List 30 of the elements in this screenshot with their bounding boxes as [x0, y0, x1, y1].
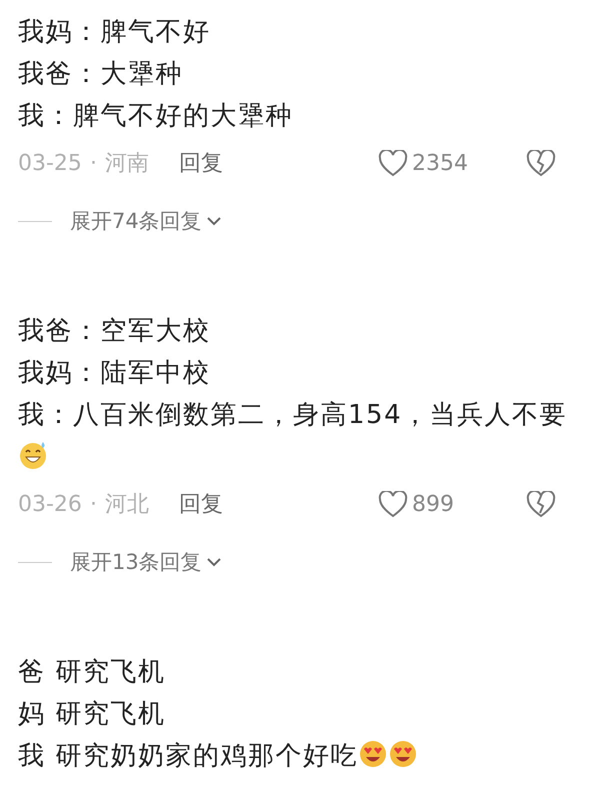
heart-eyes-emoji-icon [388, 739, 418, 769]
heart-eyes-emoji-icon [358, 739, 388, 769]
expand-replies-link[interactable]: 展开74条回复 [70, 207, 202, 235]
broken-heart-icon[interactable] [526, 490, 556, 518]
comment-text: 我妈：陆军中校 [18, 357, 212, 390]
reply-link[interactable]: 回复 [178, 148, 223, 178]
comment-text: 我 研究奶奶家的鸡那个好吃 [18, 735, 576, 777]
comment-region: 河南 [104, 150, 149, 178]
grinning-sweat-emoji-icon [18, 440, 48, 470]
comment-text: 我：脾气不好的大犟种 [18, 100, 294, 133]
chevron-down-icon[interactable] [206, 216, 222, 226]
separator-dot: · [90, 492, 97, 516]
heart-icon[interactable] [378, 150, 408, 176]
comment-date: 03-25 [18, 150, 82, 176]
comment-region: 河北 [104, 491, 149, 519]
like-count: 2354 [412, 150, 468, 176]
expand-replies-link[interactable]: 展开13条回复 [70, 548, 202, 576]
heart-icon[interactable] [378, 490, 408, 518]
chevron-down-icon[interactable] [206, 557, 222, 567]
comment-text: 妈 研究飞机 [18, 698, 166, 731]
comment-text: 爸 研究飞机 [18, 656, 166, 689]
comment-text: 我爸：空军大校 [18, 315, 212, 348]
comment-text: 我：八百米倒数第二，身高154，当兵人不要 [18, 394, 576, 478]
reply-link[interactable]: 回复 [178, 489, 223, 519]
comment-text: 我妈：脾气不好 [18, 16, 212, 49]
broken-heart-icon[interactable] [526, 150, 556, 176]
like-count: 899 [412, 492, 454, 516]
comment-date: 03-26 [18, 492, 82, 516]
comment-text: 我爸：大犟种 [18, 58, 184, 91]
separator-dot: · [90, 150, 97, 176]
